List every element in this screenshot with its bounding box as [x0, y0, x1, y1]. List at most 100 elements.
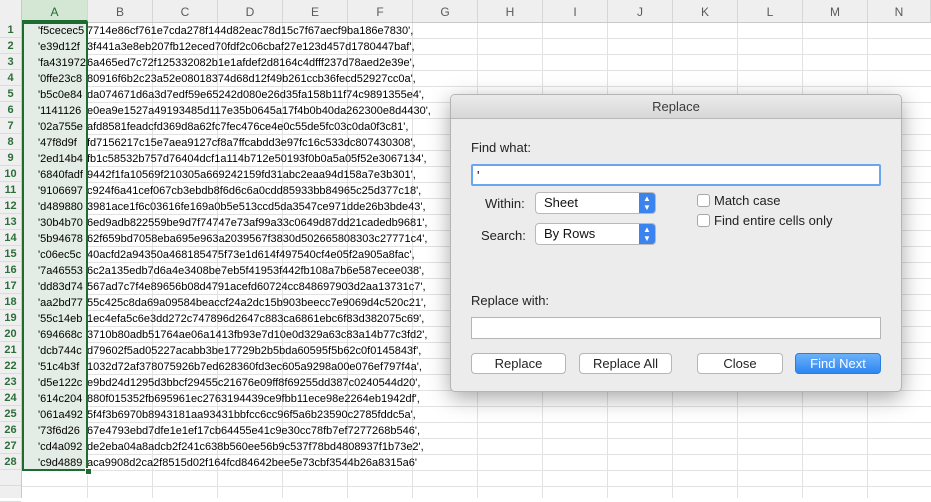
column-header-c[interactable]: C: [153, 0, 218, 22]
row-header[interactable]: 20: [0, 326, 21, 342]
match-case-label[interactable]: Match case: [714, 193, 780, 208]
cell-a[interactable]: '9106697: [22, 183, 87, 199]
column-header-i[interactable]: I: [543, 0, 608, 22]
select-all-corner[interactable]: [0, 0, 22, 22]
row-header[interactable]: 23: [0, 374, 21, 390]
row-header[interactable]: 25: [0, 406, 21, 422]
column-header-n[interactable]: N: [868, 0, 931, 22]
row-header[interactable]: 15: [0, 246, 21, 262]
cell-a[interactable]: 'f5cecec5: [22, 23, 87, 39]
cell-a[interactable]: '51c4b3f: [22, 359, 87, 375]
cell-overflow-text: 3f441a3e8eb207fb12eced70fdf2c06cbaf27e12…: [87, 41, 415, 53]
row-header[interactable]: 13: [0, 214, 21, 230]
cell-overflow-text: 67e4793ebd7dfe1e1ef17cb64455e41c9e30cc78…: [87, 425, 421, 437]
close-button[interactable]: Close: [697, 353, 783, 374]
column-header-f[interactable]: F: [348, 0, 413, 22]
search-select[interactable]: By Rows ▲ ▼: [535, 223, 656, 245]
row-header[interactable]: 8: [0, 134, 21, 150]
cell-a[interactable]: '614c204: [22, 391, 87, 407]
within-select[interactable]: Sheet ▲ ▼: [535, 192, 656, 214]
row-header[interactable]: 21: [0, 342, 21, 358]
cell-overflow-text: 6c2a135edb7d6a4e3408be7eb5f41953f442fb10…: [87, 265, 425, 277]
cell-a[interactable]: 'aa2bd77: [22, 295, 87, 311]
column-header-d[interactable]: D: [218, 0, 283, 22]
updown-chevron-icon: ▲ ▼: [639, 193, 655, 213]
row-header[interactable]: 16: [0, 262, 21, 278]
row-header[interactable]: 4: [0, 70, 21, 86]
column-header-h[interactable]: H: [478, 0, 543, 22]
cell-overflow-text: aca9908d2ca2f8515d02f164fcd84642bee5e73c…: [87, 457, 417, 469]
cell-a[interactable]: 'd5e122c: [22, 375, 87, 391]
fill-handle[interactable]: [85, 468, 92, 475]
row-header[interactable]: 3: [0, 54, 21, 70]
row-header[interactable]: 18: [0, 294, 21, 310]
cell-a[interactable]: 'dd83d74: [22, 279, 87, 295]
cell-a[interactable]: '30b4b70: [22, 215, 87, 231]
column-header-j[interactable]: J: [608, 0, 673, 22]
column-header-k[interactable]: K: [673, 0, 738, 22]
cell-a[interactable]: 'd489880: [22, 199, 87, 215]
row-header[interactable]: 19: [0, 310, 21, 326]
cell-overflow-text: 62f659bd7058eba695e963a2039567f3830d5026…: [87, 233, 428, 245]
cell-a[interactable]: 'b5c0e84: [22, 87, 87, 103]
cell-a[interactable]: '061a492: [22, 407, 87, 423]
row-header[interactable]: 17: [0, 278, 21, 294]
cell-a[interactable]: '7a46553: [22, 263, 87, 279]
cell-a[interactable]: '5b94678: [22, 231, 87, 247]
row-header[interactable]: 28: [0, 454, 21, 470]
entire-cells-label[interactable]: Find entire cells only: [714, 213, 833, 228]
row-header[interactable]: 26: [0, 422, 21, 438]
cell-a[interactable]: '0ffe23c8: [22, 71, 87, 87]
row-header[interactable]: 1: [0, 22, 21, 38]
row-header[interactable]: 22: [0, 358, 21, 374]
row-header[interactable]: 14: [0, 230, 21, 246]
cell-a[interactable]: 'c06ec5c: [22, 247, 87, 263]
cell-a[interactable]: 'e39d12f: [22, 39, 87, 55]
entire-cells-checkbox[interactable]: [697, 214, 710, 227]
cell-overflow-text: 5f4f3b6970b8943181aa93431bbfcc6cc96f5a6b…: [87, 409, 416, 421]
row-header[interactable]: 9: [0, 150, 21, 166]
cell-a[interactable]: '73f6d26: [22, 423, 87, 439]
table-row: '061a492 5f4f3b6970b8943181aa93431bbfcc6c…: [22, 407, 931, 423]
column-header-m[interactable]: M: [803, 0, 868, 22]
cell-overflow-text: de2eba04a8adcb2f241c638b560ee56b9c537f78…: [87, 441, 424, 453]
column-header-a[interactable]: A: [22, 0, 88, 22]
column-header-g[interactable]: G: [413, 0, 478, 22]
replace-all-button[interactable]: Replace All: [579, 353, 672, 374]
row-header[interactable]: 2: [0, 38, 21, 54]
cell-a[interactable]: 'c9d4889: [22, 455, 87, 471]
table-row: 'f5cecec5 7714e86cf761e7cda278f144d82eac7…: [22, 23, 931, 39]
cell-a[interactable]: '6840fadf: [22, 167, 87, 183]
table-row: '73f6d26 67e4793ebd7dfe1e1ef17cb64455e41c…: [22, 423, 931, 439]
column-header-b[interactable]: B: [88, 0, 153, 22]
cell-overflow-text: c924f6a41cef067cb3ebdb8f6d6c6a0cdd85933b…: [87, 185, 422, 197]
row-header[interactable]: 24: [0, 390, 21, 406]
row-header[interactable]: 27: [0, 438, 21, 454]
find-next-button[interactable]: Find Next: [795, 353, 881, 374]
cell-a[interactable]: 'fa431972: [22, 55, 87, 71]
cell-a[interactable]: '1141126: [22, 103, 87, 119]
row-header[interactable]: [0, 486, 21, 502]
cell-a[interactable]: '47f8d9f: [22, 135, 87, 151]
column-header-bar: A B C D E F G H I J K L M N: [0, 0, 931, 23]
cell-a[interactable]: 'cd4a092: [22, 439, 87, 455]
match-case-checkbox[interactable]: [697, 194, 710, 207]
column-header-l[interactable]: L: [738, 0, 803, 22]
replace-button[interactable]: Replace: [471, 353, 566, 374]
row-header[interactable]: 5: [0, 86, 21, 102]
row-header[interactable]: 11: [0, 182, 21, 198]
row-header[interactable]: 7: [0, 118, 21, 134]
cell-a[interactable]: '55c14eb: [22, 311, 87, 327]
row-header[interactable]: [0, 470, 21, 486]
row-header[interactable]: 6: [0, 102, 21, 118]
replace-with-input[interactable]: [471, 317, 881, 339]
cell-a[interactable]: '02a755e: [22, 119, 87, 135]
column-header-e[interactable]: E: [283, 0, 348, 22]
row-header[interactable]: 10: [0, 166, 21, 182]
cell-a[interactable]: '2ed14b4: [22, 151, 87, 167]
cell-a[interactable]: '694668c: [22, 327, 87, 343]
find-what-input[interactable]: [471, 164, 881, 186]
cell-a[interactable]: 'dcb744c: [22, 343, 87, 359]
row-header[interactable]: 12: [0, 198, 21, 214]
cell-overflow-text: afd8581feadcfd369d8a62fc7fec476ce4e0c55d…: [87, 121, 409, 133]
